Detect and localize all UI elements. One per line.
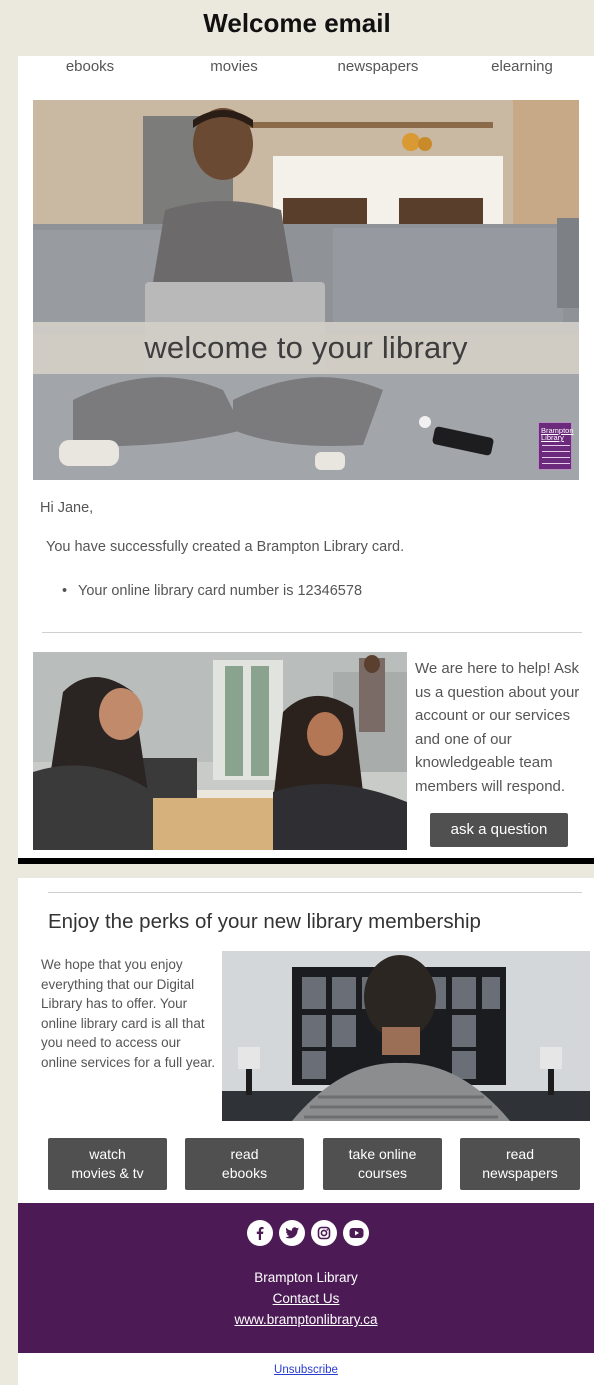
- nav-elearning[interactable]: elearning: [450, 58, 594, 80]
- ask-question-button[interactable]: ask a question: [430, 813, 568, 847]
- read-newspapers-button[interactable]: read newspapers: [460, 1138, 580, 1190]
- footer: Brampton Library Contact Us www.brampton…: [18, 1203, 594, 1353]
- read-ebooks-line2: ebooks: [221, 1165, 268, 1181]
- facebook-icon[interactable]: [247, 1220, 273, 1246]
- hero-image: welcome to your library Brampton Library: [33, 100, 579, 480]
- contact-us-link[interactable]: Contact Us: [18, 1291, 594, 1306]
- online-courses-button[interactable]: take online courses: [323, 1138, 442, 1190]
- divider: [48, 892, 582, 893]
- nav-movies[interactable]: movies: [162, 58, 306, 80]
- hero-banner-text: welcome to your library: [144, 330, 468, 365]
- social-links: [247, 1220, 369, 1246]
- nav-ebooks[interactable]: ebooks: [18, 58, 162, 80]
- read-newspapers-line1: read: [505, 1146, 535, 1162]
- page-title: Welcome email: [203, 8, 391, 38]
- youtube-icon[interactable]: [343, 1220, 369, 1246]
- card-number-line: Your online library card number is 12346…: [62, 583, 362, 599]
- help-photo: [33, 652, 407, 850]
- email-section-bottom: Enjoy the perks of your new library memb…: [18, 878, 594, 1385]
- success-message: You have successfully created a Brampton…: [46, 539, 405, 555]
- read-ebooks-button[interactable]: read ebooks: [185, 1138, 304, 1190]
- watch-movies-line2: movies & tv: [71, 1165, 144, 1181]
- logo-text: Brampton Library: [541, 426, 574, 442]
- hero-illustration: [33, 100, 579, 480]
- nav-newspapers[interactable]: newspapers: [306, 58, 450, 80]
- section-divider-bar: [18, 858, 594, 864]
- website-link[interactable]: www.bramptonlibrary.ca: [18, 1312, 594, 1327]
- perks-title: Enjoy the perks of your new library memb…: [48, 910, 481, 933]
- divider: [42, 632, 582, 633]
- read-newspapers-line2: newspapers: [482, 1165, 558, 1181]
- perks-text: We hope that you enjoy everything that o…: [41, 957, 216, 1070]
- help-text: We are here to help! Ask us a question a…: [415, 660, 580, 795]
- online-courses-line1: take online: [348, 1146, 417, 1162]
- watch-movies-line1: watch: [89, 1146, 126, 1162]
- instagram-icon[interactable]: [311, 1220, 337, 1246]
- tv-illustration: [222, 951, 590, 1121]
- top-nav: ebooks movies newspapers elearning: [18, 58, 594, 80]
- tv-photo: [222, 951, 590, 1121]
- footer-org-name: Brampton Library: [254, 1270, 358, 1285]
- greeting: Hi Jane,: [40, 500, 94, 516]
- brampton-library-logo: Brampton Library: [538, 422, 574, 470]
- twitter-icon[interactable]: [279, 1220, 305, 1246]
- hero-banner: welcome to your library: [33, 322, 579, 374]
- online-courses-line2: courses: [357, 1165, 408, 1181]
- email-section-top: ebooks movies newspapers elearning welco…: [18, 56, 594, 864]
- watch-movies-button[interactable]: watch movies & tv: [48, 1138, 167, 1190]
- read-ebooks-line1: read: [230, 1146, 259, 1162]
- help-illustration: [33, 652, 407, 850]
- unsubscribe-link[interactable]: Unsubscribe: [18, 1364, 594, 1376]
